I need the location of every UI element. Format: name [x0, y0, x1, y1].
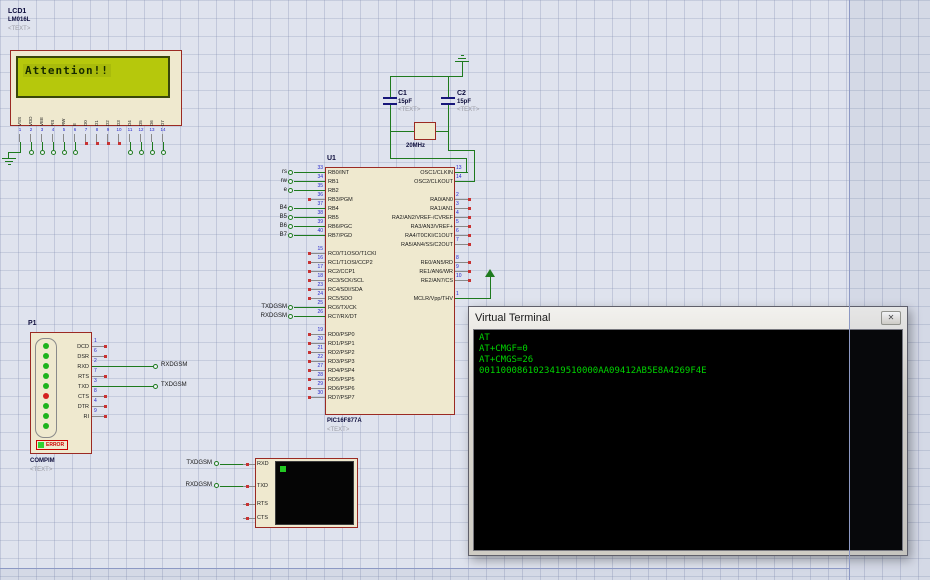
terminal-screen[interactable]: AT AT+CMGF=0 AT+CMGS=26 0011000861023419…	[473, 329, 903, 551]
terminal-line: AT+CMGS=26	[479, 355, 534, 365]
pin-marker	[246, 463, 249, 466]
pin-label: RTS	[257, 501, 268, 507]
sheet-right-edge	[849, 0, 930, 580]
terminal-output: AT AT+CMGF=0 AT+CMGS=26 0011000861023419…	[479, 333, 897, 377]
pin-marker	[246, 517, 249, 520]
wire-segment	[220, 464, 243, 465]
net-label: TXDGSM	[186, 460, 212, 466]
net-terminal	[214, 483, 219, 488]
pin-label: TXD	[257, 483, 268, 489]
gsm-status-led-icon	[280, 466, 286, 472]
pin-stub	[243, 464, 255, 465]
pin-marker	[246, 503, 249, 506]
terminal-line: AT+CMGF=0	[479, 344, 528, 354]
terminal-line: AT	[479, 333, 490, 343]
net-label: RXDGSM	[185, 482, 212, 488]
pin-marker	[246, 485, 249, 488]
wire-segment	[220, 486, 243, 487]
pin-label: RXD	[257, 461, 269, 467]
terminal-line: 0011000861023419510000AA09412AB5E8A4269F…	[479, 366, 707, 376]
pin-stub	[243, 486, 255, 487]
pin-label: CTS	[257, 515, 268, 521]
sheet-bottom-edge	[0, 568, 849, 580]
pin-stub	[243, 518, 255, 519]
schematic-canvas[interactable]: LCD1 LM016L <TEXT> Attention!! VSS 1 VDD…	[0, 0, 930, 580]
gsm-module-screen	[275, 461, 354, 525]
net-terminal	[214, 461, 219, 466]
pin-stub	[243, 504, 255, 505]
window-title: Virtual Terminal	[475, 311, 551, 324]
virtual-terminal-window: Virtual Terminal ✕ AT AT+CMGF=0 AT+CMGS=…	[468, 306, 908, 556]
window-titlebar[interactable]: Virtual Terminal ✕	[469, 307, 907, 328]
